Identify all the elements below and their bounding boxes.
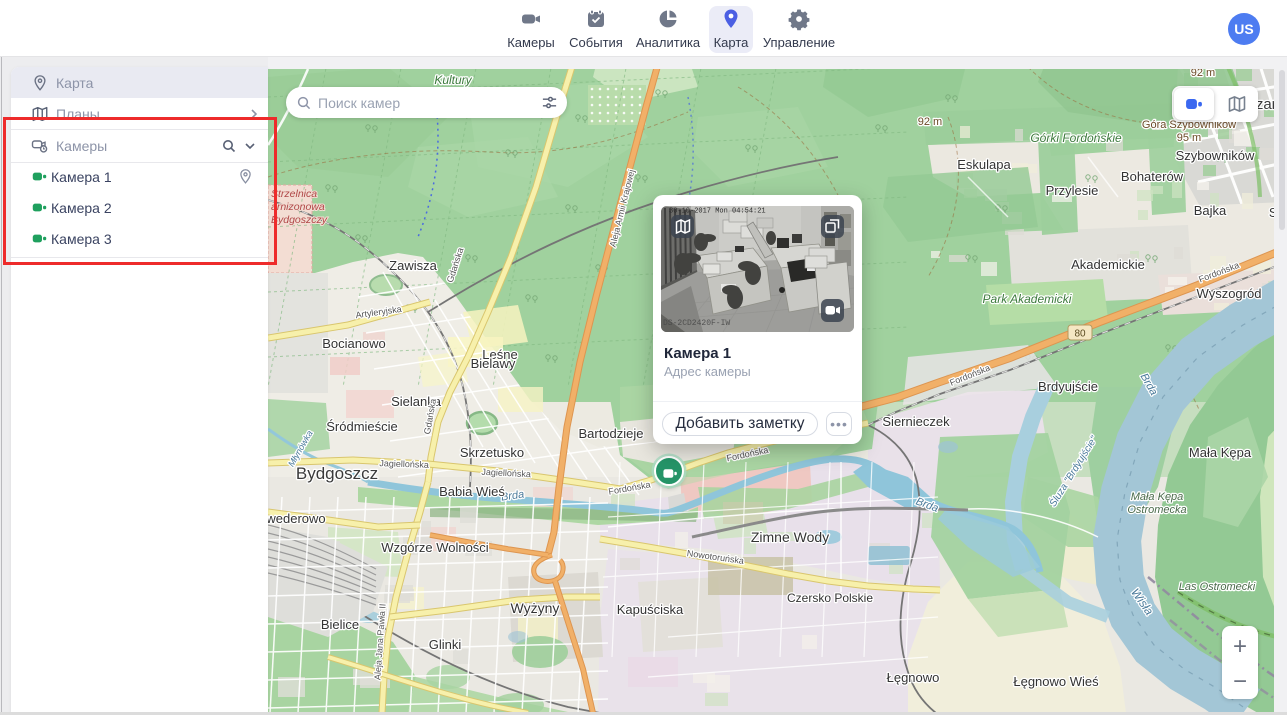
svg-text:Park Akademicki: Park Akademicki <box>983 292 1072 306</box>
svg-text:Kultury: Kultury <box>434 73 472 87</box>
svg-text:Zimne Wody: Zimne Wody <box>751 529 829 545</box>
svg-text:Mała Kępa: Mała Kępa <box>1131 491 1184 503</box>
svg-text:Szybowników: Szybowników <box>1176 148 1255 163</box>
svg-text:Przylesie: Przylesie <box>1046 183 1099 198</box>
svg-text:zań: zań <box>1256 96 1274 113</box>
svg-text:Bielawy: Bielawy <box>471 356 516 371</box>
svg-text:Wzgórze Wolności: Wzgórze Wolności <box>381 540 489 555</box>
svg-text:Górki Fordońskie: Górki Fordońskie <box>1030 131 1122 145</box>
svg-text:Jagiellońska: Jagiellońska <box>379 458 429 470</box>
svg-text:Brdyujście: Brdyujście <box>1038 379 1098 394</box>
svg-text:92 m: 92 m <box>918 116 942 128</box>
svg-text:Bocianowo: Bocianowo <box>322 336 386 351</box>
svg-text:Akademickie: Akademickie <box>1071 257 1145 272</box>
svg-text:Bydgoszczy: Bydgoszczy <box>271 214 328 226</box>
svg-text:95 m: 95 m <box>1177 132 1201 144</box>
svg-text:Wyszogród: Wyszogród <box>1197 286 1262 301</box>
svg-text:arnizonowa: arnizonowa <box>271 201 325 213</box>
svg-text:Ostromecka: Ostromecka <box>1127 504 1186 516</box>
svg-text:Strzelnica: Strzelnica <box>271 188 317 200</box>
svg-text:80: 80 <box>1074 329 1086 340</box>
svg-text:Wyżyny: Wyżyny <box>511 600 560 616</box>
svg-text:Mała Kępa: Mała Kępa <box>1189 445 1252 460</box>
svg-text:Kapuściska: Kapuściska <box>617 602 684 617</box>
svg-text:Bajka: Bajka <box>1194 203 1227 218</box>
svg-text:Śródmieście: Śródmieście <box>326 419 398 434</box>
svg-text:Bartodzieje: Bartodzieje <box>578 426 643 441</box>
svg-text:Łęgnowo Wieś: Łęgnowo Wieś <box>1013 674 1099 689</box>
svg-text:Las Ostromecki: Las Ostromecki <box>1179 581 1256 593</box>
svg-text:Siernieczek: Siernieczek <box>882 414 950 429</box>
svg-text:Glinki: Glinki <box>429 637 462 652</box>
svg-text:Bydgoszcz: Bydgoszcz <box>296 464 378 483</box>
svg-text:92 m: 92 m <box>1191 69 1215 79</box>
svg-text:Czersko Polskie: Czersko Polskie <box>787 591 873 605</box>
svg-text:wederowo: wederowo <box>268 511 326 526</box>
svg-text:Łęgnowo: Łęgnowo <box>887 670 940 685</box>
svg-text:Bielice: Bielice <box>321 617 359 632</box>
svg-text:Eskulapa: Eskulapa <box>957 157 1011 172</box>
svg-text:Zawisza: Zawisza <box>389 258 437 273</box>
svg-text:Skrzetusko: Skrzetusko <box>460 445 524 460</box>
svg-text:Siels: Siels <box>1269 205 1274 220</box>
svg-text:Bohaterów: Bohaterów <box>1121 169 1184 184</box>
svg-text:Babia Wieś: Babia Wieś <box>439 484 505 499</box>
